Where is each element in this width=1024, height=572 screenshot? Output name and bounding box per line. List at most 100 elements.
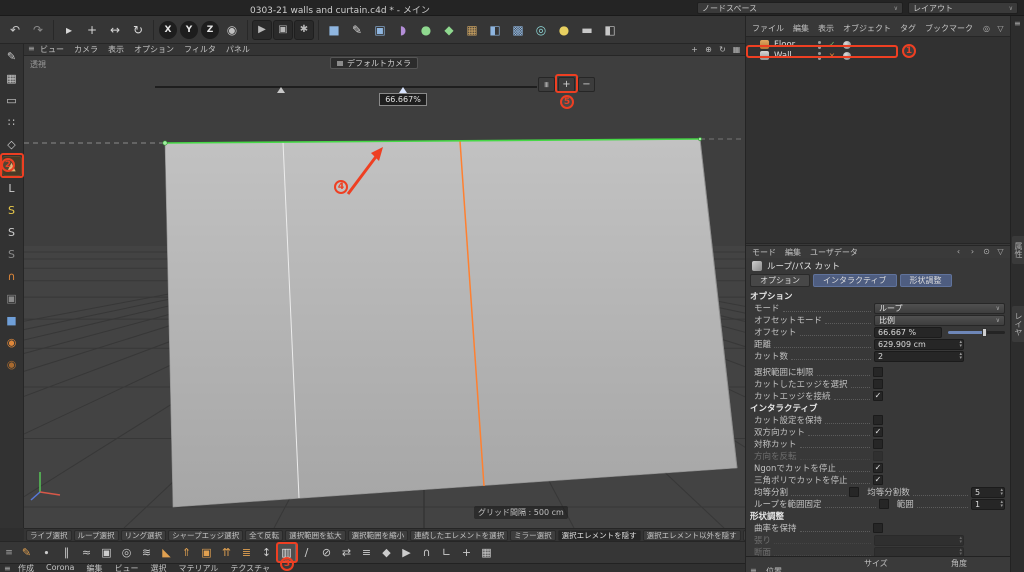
y-axis-lock-button[interactable]: Y [180,20,198,39]
volume-menu-icon[interactable]: ▩ [507,19,529,41]
weld-icon[interactable]: ◎ [117,543,136,562]
back-icon[interactable]: ‹ [953,246,964,257]
default-camera-button[interactable]: デフォルトカメラ [330,57,418,69]
smooth-shift-icon[interactable]: ⇈ [217,543,236,562]
attribute-manager-menu-item-1[interactable]: 編集 [785,247,801,258]
param-slider[interactable] [948,327,1005,337]
bottom-menu-icon[interactable]: ≡ [4,564,11,572]
param-checkbox[interactable] [873,379,883,389]
param-checkbox[interactable] [873,451,883,461]
viewport-menu-item-3[interactable]: オプション [134,44,174,55]
plane-cut-icon[interactable]: ⊘ [317,543,336,562]
param-checkbox[interactable]: ✓ [873,463,883,473]
attribute-tab-0[interactable]: オプション [750,274,810,287]
selection-button[interactable]: 選択範囲を縮小 [347,529,409,541]
deformer-menu-icon[interactable]: ◗ [392,19,414,41]
param-checkbox[interactable]: ✓ [873,475,883,485]
edges-mode-icon[interactable]: ◇ [2,134,22,154]
param-checkbox[interactable] [849,487,860,497]
viewport-menu-icon[interactable]: ≡ [28,44,35,53]
viewport-menu-item-5[interactable]: パネル [226,44,250,55]
object-manager-menu-item-2[interactable]: 表示 [818,23,834,34]
subdivision-surface-menu-icon[interactable]: ▣ [369,19,391,41]
bridge-icon[interactable]: ∥ [57,543,76,562]
param-checkbox[interactable]: ✓ [873,391,883,401]
object-manager-menu-item-0[interactable]: ファイル [752,23,784,34]
workplane-snap-icon[interactable]: ▦ [477,543,496,562]
param-field[interactable]: ▴ ▾ [874,546,964,557]
polygon-pen-icon[interactable]: ✎ [17,543,36,562]
layout-dropdown[interactable]: レイアウト ∨ [908,2,1018,14]
attribute-tab-1[interactable]: インタラクティブ [813,274,897,287]
workplane-mode-icon[interactable]: ▭ [2,90,22,110]
generator-menu-icon[interactable]: ● [415,19,437,41]
attribute-manager-menu-item-0[interactable]: モード [752,247,776,258]
redo-icon[interactable]: ↷ [27,19,49,41]
selection-button[interactable]: 選択範囲を拡大 [285,529,346,541]
field-menu-icon[interactable]: ◧ [484,19,506,41]
coord-menu-icon[interactable]: ≡ [750,566,757,572]
render-picture-viewer-button[interactable]: ▣ [273,19,293,40]
snap-enable-icon[interactable]: S [2,200,22,220]
floor-menu-icon[interactable]: ▬ [576,19,598,41]
points-mode-icon[interactable]: ∷ [2,112,22,132]
distribute-cuts-button[interactable]: ≡ [538,77,555,92]
array-menu-icon[interactable]: ▦ [461,19,483,41]
quantize-icon[interactable]: ∟ [437,543,456,562]
move-tool-icon[interactable]: + [81,19,103,41]
param-dropdown[interactable]: 比例 ∨ [874,314,1005,326]
slider-handle[interactable] [982,327,987,337]
bottom-menu-item-6[interactable]: テクスチャ [230,564,270,572]
keyframe-icon[interactable]: ◆ [377,543,396,562]
sliders-icon[interactable]: ≡ [357,543,376,562]
bevel-icon[interactable]: ◣ [157,543,176,562]
render-view-button[interactable]: ▶ [252,19,272,40]
viewport-menu-item-1[interactable]: カメラ [74,44,98,55]
primitive-cube-menu-icon[interactable]: ■ [323,19,345,41]
snap-2d-icon[interactable]: S [2,222,22,242]
rotate-tool-icon[interactable]: ↻ [127,19,149,41]
polygon-brush-icon[interactable]: ≈ [77,543,96,562]
bottom-menu-item-3[interactable]: ビュー [114,564,138,572]
selection-button[interactable]: 選択エレメント以外を隠す [642,529,741,541]
pan-view-icon[interactable]: + [689,44,700,55]
extrude-icon[interactable]: ⇑ [177,543,196,562]
param-field[interactable]: 2 ▴ ▾ [874,350,964,362]
workplane-lock-icon[interactable]: ▣ [2,288,22,308]
forward-icon[interactable]: › [967,246,978,257]
zoom-view-icon[interactable]: ⊕ [703,44,714,55]
attribute-manager-menu-item-2[interactable]: ユーザデータ [810,247,858,258]
undo-icon[interactable]: ↶ [4,19,26,41]
object-manager-menu-item-5[interactable]: ブックマーク [925,23,973,34]
viewport-filter-icon[interactable]: ■ [2,310,22,330]
mograph-menu-icon[interactable]: ◆ [438,19,460,41]
bottom-menu-item-5[interactable]: マテリアル [178,564,218,572]
scale-tool-icon[interactable]: ↔ [104,19,126,41]
camera-menu-icon[interactable]: ◧ [599,19,621,41]
toolbar-menu-icon[interactable]: ≡ [2,548,16,558]
render-settings-button[interactable]: ✱ [294,19,314,40]
param-checkbox[interactable] [873,415,883,425]
attribute-tab-2[interactable]: 形状調整 [899,274,952,287]
snap-magnet-icon[interactable]: ∩ [417,543,436,562]
magnet-icon[interactable]: ∩ [2,266,22,286]
z-axis-lock-button[interactable]: Z [201,20,219,39]
remove-cut-button[interactable]: − [578,77,595,92]
object-manager-menu-item-1[interactable]: 編集 [793,23,809,34]
light-menu-icon[interactable]: ● [553,19,575,41]
selection-button[interactable]: ループ選択 [73,529,119,541]
close-hole-icon[interactable]: ▣ [97,543,116,562]
viewport-menu-item-4[interactable]: フィルタ [184,44,216,55]
object-manager-menu-item-4[interactable]: タグ [900,23,916,34]
create-point-icon[interactable]: ∙ [37,543,56,562]
selection-button[interactable]: 連続したエレメントを選択 [410,529,509,541]
param-checkbox[interactable] [873,367,883,377]
param-checkbox[interactable]: ✓ [873,427,883,437]
bottom-menu-item-0[interactable]: 作成 [18,564,34,572]
filter-icon[interactable]: ▽ [995,23,1006,34]
matrix-extrude-icon[interactable]: ≣ [237,543,256,562]
spinner-buttons[interactable]: ▴ ▾ [959,548,962,557]
play-icon[interactable]: ▶ [397,543,416,562]
live-selection-icon[interactable]: ▸ [58,19,80,41]
param-field[interactable]: 66.667 % [874,326,942,338]
